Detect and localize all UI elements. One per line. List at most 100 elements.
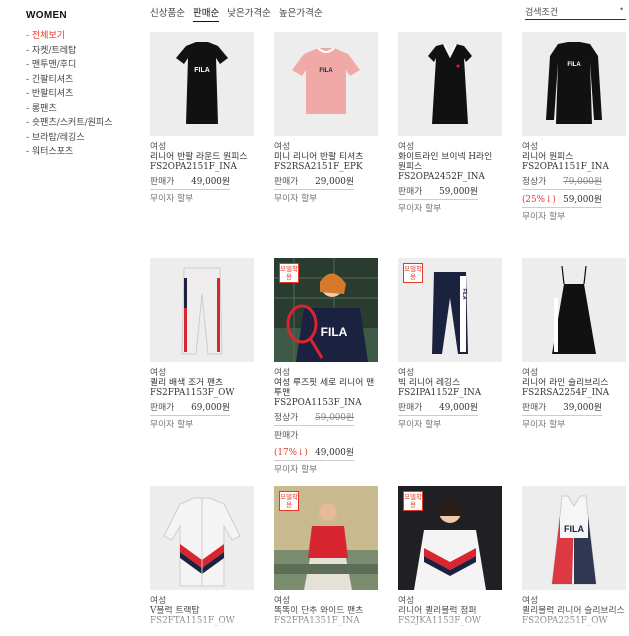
product-gender: 여성 — [274, 596, 291, 606]
model-badge: 모델착용 — [403, 263, 423, 283]
product-name[interactable]: 화이트라인 브이넥 H라인 원피스 — [398, 152, 502, 172]
product-info: 여성 리니어 원피스 FS2OPA1151F_INA 정상가 79,000원 (25%↓)… — [522, 142, 626, 222]
product-code: FS2POA1153F_INA — [274, 398, 362, 408]
price-label: 판매가 — [398, 403, 423, 413]
product-gender: 여성 — [522, 596, 539, 606]
product-code: FS2IPA1152F_INA — [398, 388, 482, 398]
product-card[interactable]: FILA 여성 미니 리니어 반팔 티셔츠 FS2RSA2151F_EPK 판매가 29,… — [274, 32, 378, 204]
product-card[interactable]: FILA 모델착용 여성 빅 리니어 레깅스 FS2IPA1152F_INA 판매가 49,… — [398, 258, 502, 430]
svg-text:FILA: FILA — [461, 288, 467, 299]
product-gender: 여성 — [522, 368, 539, 378]
product-gender: 여성 — [398, 142, 415, 152]
product-card[interactable]: 여성 화이트라인 브이넥 H라인 원피스 FS2OPA2452F_INA 판매가 59,… — [398, 32, 502, 214]
sidebar-item[interactable]: - 워터스포츠 — [26, 145, 146, 160]
installment-note: 무이자 할부 — [398, 420, 442, 430]
sidebar-item[interactable]: - 반팔티셔츠 — [26, 87, 146, 102]
price-label: 판매가 — [274, 431, 299, 441]
product-image[interactable]: FILA 모델착용 — [398, 258, 502, 362]
price-row: 판매가 59,000원 — [398, 184, 478, 200]
product-gender: 여성 — [274, 142, 291, 152]
price: 69,000원 — [191, 403, 230, 413]
product-info: 여성 미니 리니어 반팔 티셔츠 FS2RSA2151F_EPK 판매가 29,000원… — [274, 142, 378, 204]
product-name[interactable]: 빅 리니어 레깅스 — [398, 378, 502, 388]
sale-price: 49,000원 — [315, 448, 354, 458]
sidebar-item[interactable]: - 전체보기 — [26, 29, 146, 44]
product-card[interactable]: FILA 여성 리니어 반팔 라운드 원피스 FS2OPA2151F_INA 판매가 49… — [150, 32, 254, 204]
sale-price-row: (25%↓) 59,000원 — [522, 192, 602, 208]
sidebar-item[interactable]: - 맨투맨/후디 — [26, 58, 146, 73]
product-name[interactable]: 미니 리니어 반팔 티셔츠 — [274, 152, 378, 162]
original-price: 79,000원 — [563, 177, 602, 187]
svg-text:FILA: FILA — [567, 62, 581, 68]
price: 49,000원 — [439, 403, 478, 413]
product-image[interactable]: FILA — [522, 486, 626, 590]
product-card[interactable]: FILA 여성 리니어 원피스 FS2OPA1151F_INA 정상가 79,000원 (2… — [522, 32, 626, 222]
product-code: FS2RSA2254F_INA — [522, 388, 610, 398]
price-label-row: 판매가 — [274, 428, 354, 443]
product-image[interactable]: 모델착용 — [274, 486, 378, 590]
product-info: 여성 빅 리니어 레깅스 FS2IPA1152F_INA 판매가 49,000원 무이자 … — [398, 368, 502, 430]
sort-option[interactable]: 낮은가격순 — [227, 5, 271, 22]
sidebar-title: WOMEN — [26, 10, 67, 21]
installment-note: 무이자 할부 — [398, 204, 442, 214]
product-card[interactable]: FILA여성퀼리블럭 리니어 슬리브리스FS2OPA2251F_OW — [522, 486, 626, 626]
sidebar-item[interactable]: - 브라탑/레깅스 — [26, 131, 146, 146]
original-price-row: 정상가 59,000원 — [274, 410, 354, 426]
product-card[interactable]: 여성 리니어 라인 슬리브리스 FS2RSA2254F_INA 판매가 39,000원 무… — [522, 258, 626, 430]
sort-option[interactable]: 높은가격순 — [279, 5, 323, 22]
category-list: - 전체보기 - 자켓/트레탑 - 맨투맨/후디 - 긴팔티셔츠 - 반팔티셔츠 - 롱팬… — [26, 29, 146, 160]
product-gender: 여성 — [150, 142, 167, 152]
product-image[interactable]: FILA — [522, 32, 626, 136]
original-price-row: 정상가 79,000원 — [522, 174, 602, 190]
product-image[interactable]: FILA — [150, 32, 254, 136]
price: 29,000원 — [315, 177, 354, 187]
product-info: 여성 리니어 반팔 라운드 원피스 FS2OPA2151F_INA 판매가 49,000… — [150, 142, 254, 204]
product-image[interactable] — [150, 486, 254, 590]
product-image[interactable]: FILA 모델착용 — [274, 258, 378, 362]
price: 59,000원 — [439, 187, 478, 197]
product-gender: 여성 — [522, 142, 539, 152]
original-price-label: 정상가 — [274, 413, 299, 423]
installment-note: 무이자 할부 — [274, 465, 318, 475]
product-card[interactable]: 모델착용여성리니어 퀼리블럭 점퍼FS2JKA1153F_OW — [398, 486, 502, 626]
price-row: 판매가 29,000원 — [274, 174, 354, 190]
product-card[interactable]: 모델착용여성똑똑이 단추 와이드 팬츠FS2FPA1351F_INA — [274, 486, 378, 626]
model-badge: 모델착용 — [403, 491, 423, 511]
product-image[interactable]: FILA — [274, 32, 378, 136]
price: 49,000원 — [191, 177, 230, 187]
sale-price: 59,000원 — [563, 195, 602, 205]
sidebar-item[interactable]: - 자켓/트레탑 — [26, 44, 146, 59]
product-code: FS2OPA2151F_INA — [150, 162, 237, 172]
discount-rate: (17%↓) — [274, 448, 308, 458]
sort-option[interactable]: 판매순 — [192, 5, 220, 22]
product-code: FS2OPA2452F_INA — [398, 172, 485, 182]
price-label: 판매가 — [150, 403, 175, 413]
product-image[interactable] — [398, 32, 502, 136]
svg-text:FILA: FILA — [194, 67, 210, 74]
svg-text:FILA: FILA — [319, 68, 333, 74]
sidebar-item[interactable]: - 숏팬츠/스커트/원피스 — [26, 116, 146, 131]
filter-label: 검색조건 — [525, 8, 559, 18]
product-card[interactable]: 여성V블럭 트랙탑FS2FTA1151F_OW — [150, 486, 254, 626]
svg-text:FILA: FILA — [321, 325, 348, 339]
product-image[interactable] — [522, 258, 626, 362]
product-card[interactable]: FILA 모델착용 여성 여성 루즈핏 세로 리니어 맨투맨 FS2POA1153F_I… — [274, 258, 378, 475]
product-name[interactable]: 리니어 반팔 라운드 원피스 — [150, 152, 254, 162]
sort-option[interactable]: 신상품순 — [150, 5, 185, 22]
product-card[interactable]: 여성 퀼리 배색 조거 팬츠 FS2FPA1153F_OW 판매가 69,000원 무이자… — [150, 258, 254, 430]
dot-icon: • — [619, 5, 624, 14]
search-filter-dropdown[interactable]: 검색조건 • — [525, 5, 626, 20]
product-gender: 여성 — [150, 596, 167, 606]
sale-price-row: (17%↓) 49,000원 — [274, 445, 354, 461]
product-name[interactable]: 리니어 라인 슬리브리스 — [522, 378, 626, 388]
product-name[interactable]: 퀼리 배색 조거 팬츠 — [150, 378, 254, 388]
model-badge: 모델착용 — [279, 263, 299, 283]
product-name[interactable]: 리니어 원피스 — [522, 152, 626, 162]
sidebar-item[interactable]: - 긴팔티셔츠 — [26, 73, 146, 88]
product-image[interactable]: 모델착용 — [398, 486, 502, 590]
svg-text:FILA: FILA — [564, 524, 584, 534]
product-image[interactable] — [150, 258, 254, 362]
product-name[interactable]: 여성 루즈핏 세로 리니어 맨투맨 — [274, 378, 378, 398]
sidebar-item[interactable]: - 롱팬츠 — [26, 102, 146, 117]
discount-rate: (25%↓) — [522, 195, 556, 205]
